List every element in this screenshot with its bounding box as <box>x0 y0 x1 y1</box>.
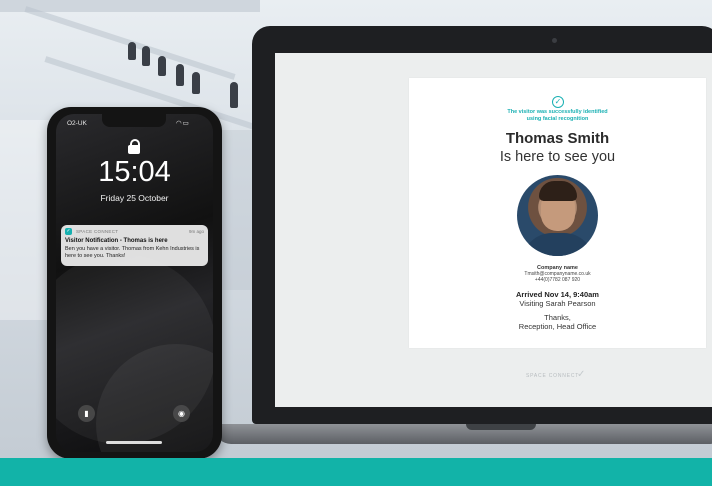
carrier-label: O2-UK <box>67 120 87 127</box>
space-connect-logo-icon: ✓ <box>577 369 586 380</box>
wifi-icon: ◠ <box>176 120 183 127</box>
flashlight-icon[interactable]: ▮ <box>78 405 95 422</box>
home-indicator[interactable] <box>106 441 162 444</box>
notification-title: Visitor Notification - Thomas is here <box>65 238 168 244</box>
camera-icon[interactable]: ◉ <box>173 405 190 422</box>
lock-screen-time: 15:04 <box>98 156 171 188</box>
battery-icon: ▭ <box>182 120 190 127</box>
visitor-name: Thomas Smith <box>505 130 610 147</box>
visitor-photo <box>517 175 598 256</box>
space-connect-logo-text: SPACE CONNECT <box>526 373 580 379</box>
lock-screen-date: Friday 25 October <box>100 193 169 203</box>
lock-icon <box>128 139 140 154</box>
laptop-camera <box>552 38 557 43</box>
notification-body: Ben you have a visitor. Thomas from Kehn… <box>65 246 200 259</box>
teal-footer-band <box>0 458 712 486</box>
space-connect-icon: ✓ <box>65 228 72 235</box>
visitor-card: ✓ The visitor was successfully identifie… <box>409 78 706 348</box>
laptop-trackpad-notch <box>466 424 536 430</box>
sign-off: Thanks, Reception, Head Office <box>518 313 597 331</box>
host-name: Visiting Sarah Pearson <box>519 299 596 308</box>
phone-notch <box>102 114 166 127</box>
laptop-base <box>215 424 712 444</box>
recognition-message: The visitor was successfully identified … <box>507 109 608 122</box>
status-bar-icons: ◠▭ <box>176 119 190 127</box>
hero-image: ✓ The visitor was successfully identifie… <box>0 0 712 486</box>
notification-app-name: SPACE CONNECT <box>76 228 119 234</box>
check-circle-icon: ✓ <box>552 96 564 108</box>
visitor-subtitle: Is here to see you <box>499 149 616 165</box>
arrival-time: Arrived Nov 14, 9:40am <box>516 290 599 299</box>
notification-time: 9m ago <box>188 228 204 234</box>
contact-info: Tmsith@companyname.co.uk +44(0)7782 087 … <box>409 271 706 283</box>
visitor-phone: +44(0)7782 087 920 <box>534 277 581 283</box>
laptop-screen: ✓ The visitor was successfully identifie… <box>275 53 712 407</box>
visitor-notification[interactable]: ✓ SPACE CONNECT 9m ago Visitor Notificat… <box>61 225 208 266</box>
